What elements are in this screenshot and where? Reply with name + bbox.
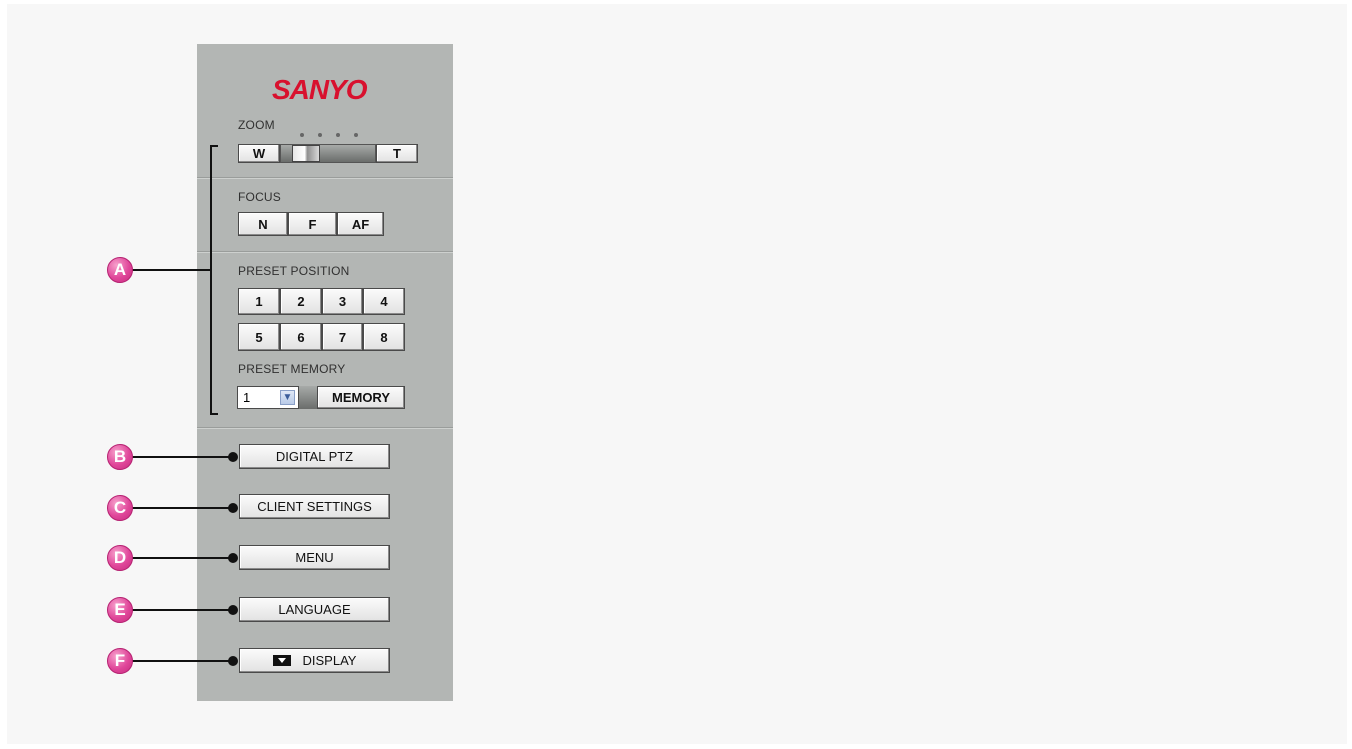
- callout-b-line: [128, 456, 232, 458]
- preset-button-8[interactable]: 8: [363, 323, 405, 351]
- display-button[interactable]: DISPLAY: [239, 648, 390, 673]
- callout-b: B: [107, 444, 133, 470]
- preset-memory-selected-value: 1: [243, 390, 251, 405]
- callout-e-endpoint: [228, 605, 238, 615]
- zoom-slider-thumb[interactable]: [292, 145, 320, 162]
- divider: [197, 427, 453, 429]
- language-button[interactable]: LANGUAGE: [239, 597, 390, 622]
- memory-button[interactable]: MEMORY: [317, 386, 405, 409]
- preset-position-label: PRESET POSITION: [238, 264, 350, 278]
- callout-f-line: [128, 660, 232, 662]
- zoom-wide-button[interactable]: W: [238, 144, 280, 163]
- callout-e-line: [128, 609, 232, 611]
- callout-c: C: [107, 495, 133, 521]
- callout-e: E: [107, 597, 133, 623]
- client-settings-button[interactable]: CLIENT SETTINGS: [239, 494, 390, 519]
- display-button-label: DISPLAY: [302, 653, 357, 668]
- digital-ptz-button[interactable]: DIGITAL PTZ: [239, 444, 390, 469]
- callout-f-endpoint: [228, 656, 238, 666]
- menu-button[interactable]: MENU: [239, 545, 390, 570]
- preset-memory-select[interactable]: 1 ▼: [237, 386, 299, 409]
- callout-a-line: [128, 269, 212, 271]
- divider: [197, 177, 453, 179]
- preset-button-2[interactable]: 2: [280, 288, 322, 315]
- preset-button-5[interactable]: 5: [238, 323, 280, 351]
- callout-f: F: [107, 648, 133, 674]
- preset-button-7[interactable]: 7: [322, 323, 363, 351]
- callout-b-endpoint: [228, 452, 238, 462]
- callout-a-bracket: [210, 145, 218, 415]
- callout-a: A: [107, 257, 133, 283]
- preset-button-4[interactable]: 4: [363, 288, 405, 315]
- preset-button-1[interactable]: 1: [238, 288, 280, 315]
- preset-memory-label: PRESET MEMORY: [238, 362, 346, 376]
- preset-button-3[interactable]: 3: [322, 288, 363, 315]
- focus-auto-button[interactable]: AF: [337, 212, 384, 236]
- callout-d-line: [128, 557, 232, 559]
- callout-d-endpoint: [228, 553, 238, 563]
- dropdown-arrow-icon: [272, 655, 291, 666]
- focus-label: FOCUS: [238, 190, 281, 204]
- preset-button-6[interactable]: 6: [280, 323, 322, 351]
- zoom-scale-dot: [300, 133, 304, 137]
- callout-d: D: [107, 545, 133, 571]
- zoom-scale-dot: [354, 133, 358, 137]
- chevron-down-icon[interactable]: ▼: [280, 390, 295, 405]
- divider: [197, 251, 453, 253]
- focus-far-button[interactable]: F: [288, 212, 337, 236]
- sanyo-logo: SANYO: [272, 74, 368, 105]
- zoom-scale-dot: [336, 133, 340, 137]
- zoom-scale-dot: [318, 133, 322, 137]
- zoom-label: ZOOM: [238, 118, 275, 132]
- callout-c-endpoint: [228, 503, 238, 513]
- zoom-tele-button[interactable]: T: [376, 144, 418, 163]
- callout-c-line: [128, 507, 232, 509]
- focus-near-button[interactable]: N: [238, 212, 288, 236]
- preset-memory-spacer: [299, 386, 317, 409]
